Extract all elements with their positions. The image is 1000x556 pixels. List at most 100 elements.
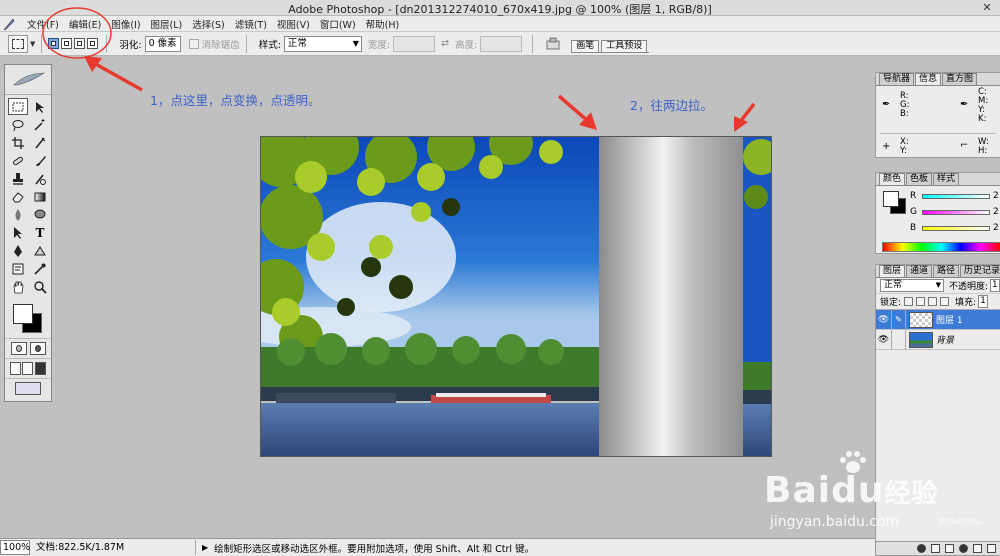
blur-tool[interactable]: [8, 206, 28, 223]
dodge-tool[interactable]: [30, 206, 50, 223]
new-layer-icon[interactable]: [973, 544, 982, 553]
blue-slider[interactable]: B 2: [910, 222, 999, 234]
marquee-tool[interactable]: [8, 98, 28, 115]
magic-wand-tool[interactable]: [30, 116, 50, 133]
hand-tool[interactable]: [8, 278, 28, 295]
full-screen-mode-button[interactable]: [35, 362, 47, 375]
tab-channels[interactable]: 通道: [906, 265, 933, 277]
lock-all-icon[interactable]: [940, 297, 950, 306]
menu-select[interactable]: 选择(S): [187, 17, 229, 31]
add-mask-icon[interactable]: [931, 544, 940, 553]
eye-icon[interactable]: 👁: [876, 309, 892, 330]
status-menu-arrow-icon[interactable]: ▶: [202, 543, 208, 552]
zoom-field[interactable]: 100%: [0, 540, 30, 555]
annotation-step-1: 1，点这里，点变换，点透明。: [150, 93, 321, 108]
move-tool[interactable]: [30, 98, 50, 115]
file-browser-icon[interactable]: [545, 37, 561, 51]
lock-position-icon[interactable]: [928, 297, 938, 306]
new-group-icon[interactable]: [945, 544, 954, 553]
tool-preset-picker[interactable]: [8, 34, 28, 53]
feather-input[interactable]: 0 像素: [144, 35, 181, 52]
menu-filter[interactable]: 滤镜(T): [230, 17, 272, 31]
layer-style-icon[interactable]: [917, 544, 926, 553]
red-slider[interactable]: R 2: [910, 190, 999, 202]
eraser-tool[interactable]: [8, 188, 28, 205]
status-hint: 绘制矩形选区或移动选区外框。要用附加选项，使用 Shift、Alt 和 Ctrl…: [214, 543, 535, 555]
menu-bar: 文件(F) 编辑(E) 图像(I) 图层(L) 选择(S) 滤镜(T) 视图(V…: [0, 16, 1000, 32]
height-input[interactable]: [480, 35, 523, 52]
tab-swatches[interactable]: 色板: [906, 173, 933, 185]
brush-link-icon[interactable]: [892, 329, 906, 350]
style-select[interactable]: 正常 ▼: [283, 35, 362, 52]
arrow-left-edge: [557, 94, 597, 130]
menu-help[interactable]: 帮助(H): [361, 17, 405, 31]
clone-stamp-tool[interactable]: [8, 170, 28, 187]
width-label: 宽度:: [367, 39, 391, 51]
healing-brush-tool[interactable]: [8, 152, 28, 169]
antialias-checkbox[interactable]: [188, 38, 199, 49]
shape-tool[interactable]: [30, 242, 50, 259]
standard-mode-button[interactable]: [10, 342, 27, 355]
tab-layers[interactable]: 图层: [879, 265, 906, 277]
eye-icon[interactable]: 👁: [876, 329, 892, 350]
color-panel: 颜色 色板 样式 R 2 G 2 B 2: [875, 172, 1000, 254]
type-tool[interactable]: T: [30, 224, 50, 241]
green-slider[interactable]: G 2: [910, 206, 999, 218]
brush-link-icon[interactable]: ✎: [892, 309, 906, 330]
fill-input[interactable]: 1: [978, 295, 989, 308]
palette-tab-tool-presets[interactable]: 工具预设: [601, 39, 648, 52]
slice-tool[interactable]: [30, 134, 50, 151]
blend-mode-select[interactable]: 正常 ▼: [880, 279, 944, 292]
crop-tool[interactable]: [8, 134, 28, 151]
toolbox-header: [5, 65, 51, 95]
tab-histogram[interactable]: 直方图: [942, 73, 978, 85]
lasso-tool[interactable]: [8, 116, 28, 133]
brush-tool[interactable]: [30, 152, 50, 169]
layer-row-background[interactable]: 👁 背景: [876, 329, 1000, 350]
preset-dropdown-icon[interactable]: ▼: [30, 40, 35, 48]
lock-transparency-icon[interactable]: [904, 297, 914, 306]
delete-layer-icon[interactable]: [987, 544, 996, 553]
menu-window[interactable]: 窗口(W): [315, 17, 361, 31]
layer-row-layer1[interactable]: 👁 ✎ 图层 1: [876, 309, 1000, 330]
tab-history[interactable]: 历史记录: [960, 265, 1000, 277]
panel-foreground-swatch[interactable]: [883, 191, 899, 207]
color-spectrum-bar[interactable]: [882, 242, 1000, 252]
document-canvas[interactable]: [260, 136, 772, 457]
full-screen-menu-mode-button[interactable]: [22, 362, 34, 375]
tab-styles[interactable]: 样式: [933, 173, 960, 185]
mask-mode-row: [5, 338, 51, 358]
eyedropper-tool[interactable]: [30, 260, 50, 277]
tab-info[interactable]: 信息: [915, 73, 942, 85]
pen-tool[interactable]: [8, 242, 28, 259]
eyedropper-readout-icon-2: ✒: [960, 99, 969, 110]
menu-view[interactable]: 视图(V): [272, 17, 315, 31]
swap-dimensions-icon[interactable]: ⇄: [441, 38, 449, 49]
opacity-input[interactable]: 1: [990, 279, 1000, 292]
lock-label: 锁定:: [880, 298, 902, 308]
tab-navigator[interactable]: 导航器: [879, 73, 915, 85]
zoom-tool[interactable]: [30, 278, 50, 295]
gradient-tool[interactable]: [30, 188, 50, 205]
path-selection-tool[interactable]: [8, 224, 28, 241]
quick-mask-mode-button[interactable]: [29, 342, 46, 355]
width-input[interactable]: [393, 35, 436, 52]
tab-color[interactable]: 颜色: [879, 173, 906, 185]
tab-paths[interactable]: 路径: [933, 265, 960, 277]
history-brush-tool[interactable]: [30, 170, 50, 187]
notes-tool[interactable]: [8, 260, 28, 277]
eyedropper-readout-icon: ✒: [882, 99, 891, 110]
opacity-label: 不透明度:: [948, 282, 988, 292]
screen-mode-row: [5, 358, 51, 378]
adjustment-layer-icon[interactable]: [959, 544, 968, 553]
document-image: [261, 137, 771, 456]
jump-to-imageready-button[interactable]: [15, 382, 41, 395]
foreground-color-swatch[interactable]: [13, 304, 33, 324]
options-bar: ▼ 羽化: 0 像素 消除锯齿 样式: 正常 ▼ 宽度: ⇄ 高度: 画笔 工具预…: [0, 32, 1000, 56]
close-button[interactable]: ✕: [980, 1, 994, 14]
lock-image-icon[interactable]: [916, 297, 926, 306]
menu-layer[interactable]: 图层(L): [146, 17, 188, 31]
document-size[interactable]: 文档:822.5K/1.87M: [36, 540, 196, 555]
palette-tab-brushes[interactable]: 画笔: [571, 39, 600, 52]
standard-screen-mode-button[interactable]: [9, 362, 21, 375]
